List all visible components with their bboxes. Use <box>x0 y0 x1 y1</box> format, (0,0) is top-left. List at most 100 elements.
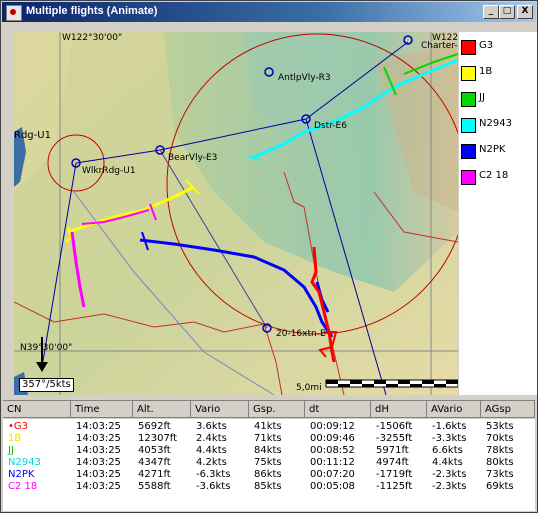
column-header[interactable]: AGsp <box>481 401 535 418</box>
table-cell: 5971ft <box>376 445 409 456</box>
waypoint-label: BearVly-E3 <box>168 153 217 163</box>
legend-item[interactable]: G3 <box>461 38 537 55</box>
table-cell: -3.6kts <box>196 481 231 492</box>
table-cell: 73kts <box>486 469 514 480</box>
table-row[interactable]: 1B 14:03:25 12307ft 2.4kts 71kts 00:09:46 -325… <box>3 433 535 445</box>
close-button[interactable]: X <box>517 5 533 19</box>
column-header[interactable]: Time <box>71 401 133 418</box>
table-cell: 4347ft <box>138 457 171 468</box>
table-cell: 4974ft <box>376 457 409 468</box>
table-cell: 00:08:52 <box>310 445 355 456</box>
app-icon <box>6 5 22 21</box>
column-header[interactable]: CN <box>3 401 71 418</box>
table-cell: 4.2kts <box>196 457 227 468</box>
legend-swatch <box>461 92 476 107</box>
table-cell: -1719ft <box>376 469 413 480</box>
legend-item[interactable]: N2PK <box>461 142 537 159</box>
table-cell: 3.6kts <box>196 421 227 432</box>
table-cell: -1506ft <box>376 421 413 432</box>
table-cell: 80kts <box>486 457 514 468</box>
table-row[interactable]: N2PK 14:03:25 4271ft -6.3kts 86kts 00:07:20 -1… <box>3 469 535 481</box>
table-cell: 69kts <box>486 481 514 492</box>
table-cell: 84kts <box>254 445 282 456</box>
waypoint-label: WlkrRdg-U1 <box>82 166 136 176</box>
legend-swatch <box>461 40 476 55</box>
waypoint-label: Rdg-U1 <box>14 130 51 141</box>
wind-readout: 357°/5kts <box>19 378 74 392</box>
table-cell: -1125ft <box>376 481 413 492</box>
table-cell: 4.4kts <box>432 457 463 468</box>
table-cell: N2943 <box>8 457 41 468</box>
legend-swatch <box>461 66 476 81</box>
table-cell: 70kts <box>486 433 514 444</box>
table-cell: C2 18 <box>8 481 38 492</box>
flight-table[interactable]: CN Time Alt. Vario Gsp. dt dH AVario AGsp •G3 14:… <box>3 400 535 511</box>
table-cell: -2.3kts <box>432 481 467 492</box>
legend-swatch <box>461 144 476 159</box>
column-header[interactable]: Vario <box>191 401 249 418</box>
table-cell: 4053ft <box>138 445 171 456</box>
longitude-label: W122°30'00" <box>62 33 122 43</box>
table-cell: -1.6kts <box>432 421 467 432</box>
table-cell: 14:03:25 <box>76 445 121 456</box>
table-cell: 5588ft <box>138 481 171 492</box>
column-header[interactable]: dt <box>305 401 371 418</box>
table-cell: 41kts <box>254 421 282 432</box>
flight-legend: G3 1B JJ N2943 N2PK C2 18 <box>459 32 537 395</box>
table-row[interactable]: N2943 14:03:25 4347ft 4.2kts 75kts 00:11:12 49… <box>3 457 535 469</box>
waypoint-label: 20-16xtn-E <box>276 329 326 339</box>
table-cell: 00:09:46 <box>310 433 355 444</box>
table-cell: •G3 <box>8 421 29 432</box>
table-cell: -2.3kts <box>432 469 467 480</box>
legend-label: 1B <box>479 66 493 77</box>
legend-label: C2 18 <box>479 170 509 181</box>
table-cell: 71kts <box>254 433 282 444</box>
table-cell: 78kts <box>486 445 514 456</box>
table-row[interactable]: JJ 14:03:25 4053ft 4.4kts 84kts 00:08:52 5971f… <box>3 445 535 457</box>
map-canvas: W122°30'00" W122° N39°30'00" Charter-E A… <box>14 32 458 395</box>
table-cell: 00:05:08 <box>310 481 355 492</box>
column-header[interactable]: AVario <box>427 401 481 418</box>
flight-map[interactable]: W122°30'00" W122° N39°30'00" Charter-E A… <box>14 32 458 395</box>
app-window: Multiple flights (Animate) _ □ X W122°30… <box>0 0 538 513</box>
table-cell: -3255ft <box>376 433 413 444</box>
table-cell: -3.3kts <box>432 433 467 444</box>
column-header[interactable]: Alt. <box>133 401 191 418</box>
table-row[interactable]: •G3 14:03:25 5692ft 3.6kts 41kts 00:09:12 -150… <box>3 421 535 433</box>
legend-label: JJ <box>479 92 485 103</box>
legend-item[interactable]: 1B <box>461 64 537 81</box>
table-cell: 00:11:12 <box>310 457 355 468</box>
maximize-button[interactable]: □ <box>499 5 515 19</box>
table-cell: 00:09:12 <box>310 421 355 432</box>
legend-item[interactable]: JJ <box>461 90 537 107</box>
table-cell: N2PK <box>8 469 35 480</box>
table-header: CN Time Alt. Vario Gsp. dt dH AVario AGsp <box>3 401 535 419</box>
table-cell: 53kts <box>486 421 514 432</box>
table-row[interactable]: C2 18 14:03:25 5588ft -3.6kts 85kts 00:05:08 -… <box>3 481 535 493</box>
table-cell: 14:03:25 <box>76 433 121 444</box>
table-cell: 2.4kts <box>196 433 227 444</box>
table-cell: 1B <box>8 433 22 444</box>
window-title: Multiple flights (Animate) <box>26 5 158 17</box>
table-cell: 00:07:20 <box>310 469 355 480</box>
minimize-button[interactable]: _ <box>483 5 499 19</box>
title-bar[interactable]: Multiple flights (Animate) _ □ X <box>2 2 536 22</box>
table-cell: 14:03:25 <box>76 421 121 432</box>
table-cell: 4.4kts <box>196 445 227 456</box>
legend-item[interactable]: N2943 <box>461 116 537 133</box>
table-cell: 5692ft <box>138 421 171 432</box>
table-cell: -6.3kts <box>196 469 231 480</box>
table-cell: JJ <box>8 445 14 456</box>
legend-item[interactable]: C2 18 <box>461 168 537 185</box>
legend-label: G3 <box>479 40 494 51</box>
legend-swatch <box>461 170 476 185</box>
table-cell: 75kts <box>254 457 282 468</box>
waypoint-label: Charter-E <box>421 41 458 51</box>
table-cell: 14:03:25 <box>76 481 121 492</box>
table-cell: 14:03:25 <box>76 457 121 468</box>
column-header[interactable]: Gsp. <box>249 401 305 418</box>
latitude-label: N39°30'00" <box>20 343 72 353</box>
waypoint-label: AntlpVly-R3 <box>278 73 331 83</box>
legend-swatch <box>461 118 476 133</box>
column-header[interactable]: dH <box>371 401 427 418</box>
